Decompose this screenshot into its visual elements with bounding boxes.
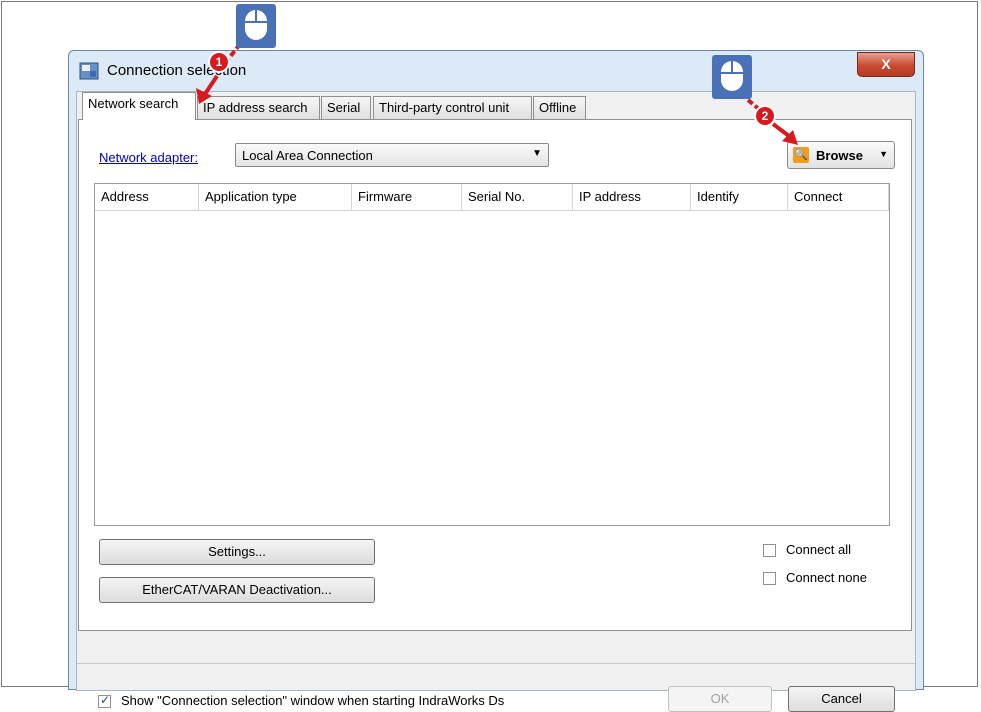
step-2-badge: 2 xyxy=(756,107,774,125)
mouse-click-icon xyxy=(236,4,276,48)
step-1-badge: 1 xyxy=(210,53,228,71)
show-on-start-label: Show "Connection selection" window when … xyxy=(121,693,505,708)
ok-button[interactable]: OK xyxy=(668,686,772,712)
show-on-start-checkbox[interactable] xyxy=(98,693,111,708)
tab-label: Network search xyxy=(88,96,179,111)
mouse-click-icon xyxy=(712,55,752,99)
cancel-button[interactable]: Cancel xyxy=(788,686,895,712)
tab-network-search[interactable]: Network search xyxy=(82,92,196,120)
